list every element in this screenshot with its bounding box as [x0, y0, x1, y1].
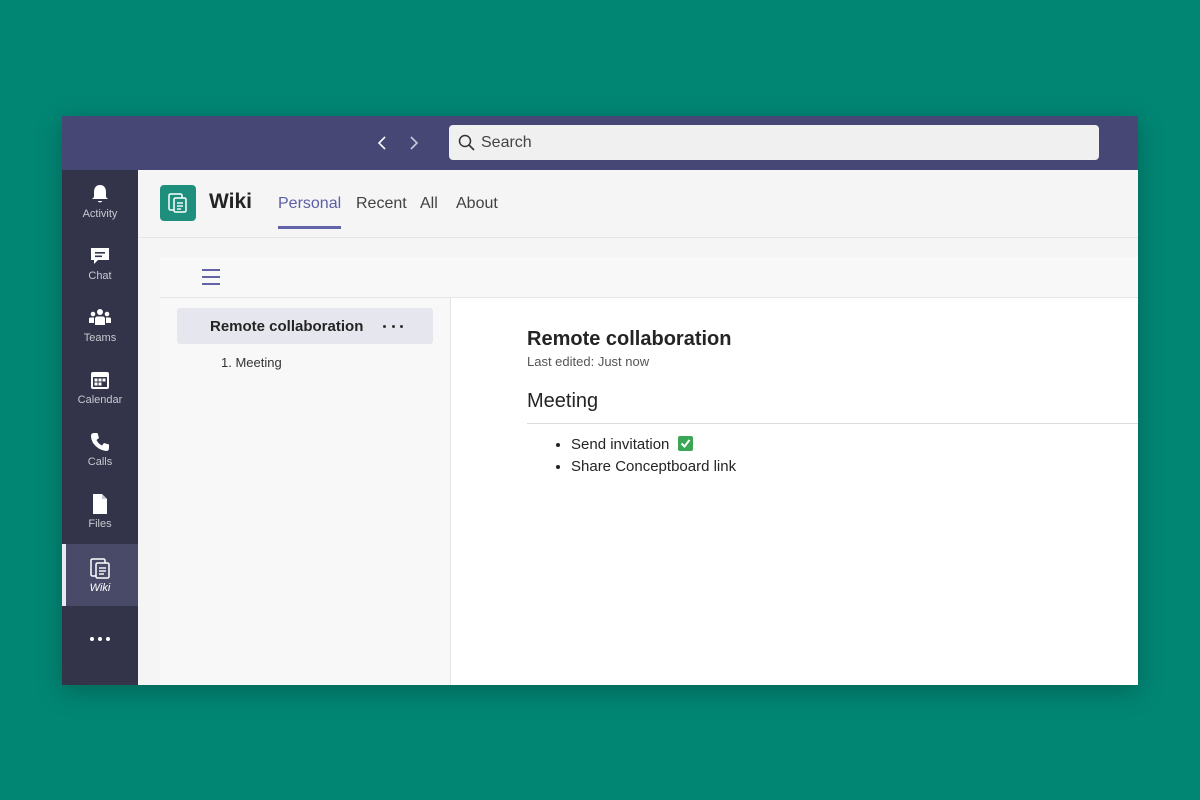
rail-label: Activity [82, 207, 118, 220]
list-item-text: Send invitation [571, 436, 670, 453]
rail-item-activity[interactable]: Activity [62, 170, 138, 232]
file-icon [93, 493, 107, 514]
teams-icon [89, 308, 111, 325]
back-button[interactable] [372, 133, 392, 153]
rail-label: Calls [87, 455, 113, 468]
chevron-left-icon [377, 136, 386, 150]
active-indicator [62, 544, 66, 606]
app-title: Wiki [209, 190, 252, 213]
article-last-edited: Last edited: Just now [527, 354, 650, 369]
dot [391, 324, 395, 328]
rail-item-files[interactable]: Files [62, 480, 138, 542]
sidebar-section-remote-collaboration[interactable]: Remote collaboration [177, 308, 433, 344]
title-bar [62, 116, 1138, 170]
calendar-icon [91, 371, 109, 389]
rail-label: Files [88, 517, 112, 530]
bell-icon [92, 184, 108, 202]
sidebar-page-meeting[interactable]: 1. Meeting [221, 355, 282, 370]
menu-line [202, 269, 220, 271]
tab-about[interactable]: About [456, 195, 498, 226]
rail-label: Chat [88, 269, 112, 282]
search-box[interactable] [449, 125, 1099, 160]
section-label: Remote collaboration [210, 318, 364, 335]
check-mark-icon [677, 436, 693, 451]
tab-all[interactable]: All [420, 195, 438, 226]
wiki-toolbar [160, 257, 1138, 298]
wiki-article: Remote collaboration Last edited: Just n… [451, 298, 1138, 685]
phone-icon [91, 432, 109, 451]
menu-line [202, 276, 220, 278]
hamburger-menu-button[interactable] [202, 268, 220, 286]
list-item-text: Share Conceptboard link [571, 458, 737, 475]
list-item: Share Conceptboard link [571, 456, 736, 478]
rail-item-chat[interactable]: Chat [62, 232, 138, 294]
menu-line [202, 283, 220, 285]
wiki-sidebar: Remote collaboration 1. Meeting [160, 298, 451, 685]
wiki-icon [90, 557, 110, 579]
chat-icon [91, 247, 109, 264]
heading-divider [527, 423, 1138, 424]
section-more-button[interactable] [383, 319, 403, 333]
chevron-right-icon [410, 136, 419, 150]
forward-button[interactable] [404, 133, 424, 153]
teams-window: Activity Chat Teams Calendar Calls Files… [62, 116, 1138, 685]
rail-label: Wiki [89, 581, 111, 594]
app-header: Wiki Personal Recent All About [138, 170, 1138, 238]
wiki-icon [168, 193, 187, 213]
wiki-content: Remote collaboration 1. Meeting Remote c… [160, 257, 1138, 685]
wiki-app-logo [160, 185, 196, 221]
search-icon [458, 134, 475, 151]
more-icon [90, 637, 110, 641]
dot [383, 324, 386, 328]
article-title: Remote collaboration [527, 328, 732, 350]
rail-item-wiki[interactable]: Wiki [62, 544, 138, 606]
rail-label: Calendar [77, 393, 123, 406]
bullet-list: Send invitation Share Conceptboard link [527, 434, 736, 478]
rail-item-teams[interactable]: Teams [62, 294, 138, 356]
tab-personal[interactable]: Personal [278, 195, 342, 229]
article-section-heading: Meeting [527, 390, 599, 412]
rail-label: Teams [83, 331, 117, 344]
app-rail: Activity Chat Teams Calendar Calls Files… [62, 170, 138, 685]
rail-more-apps[interactable] [62, 616, 138, 662]
rail-item-calendar[interactable]: Calendar [62, 356, 138, 418]
search-input[interactable] [481, 133, 1061, 152]
tab-recent[interactable]: Recent [356, 195, 407, 226]
dot [400, 324, 403, 328]
rail-item-calls[interactable]: Calls [62, 418, 138, 480]
list-item: Send invitation [571, 434, 736, 456]
